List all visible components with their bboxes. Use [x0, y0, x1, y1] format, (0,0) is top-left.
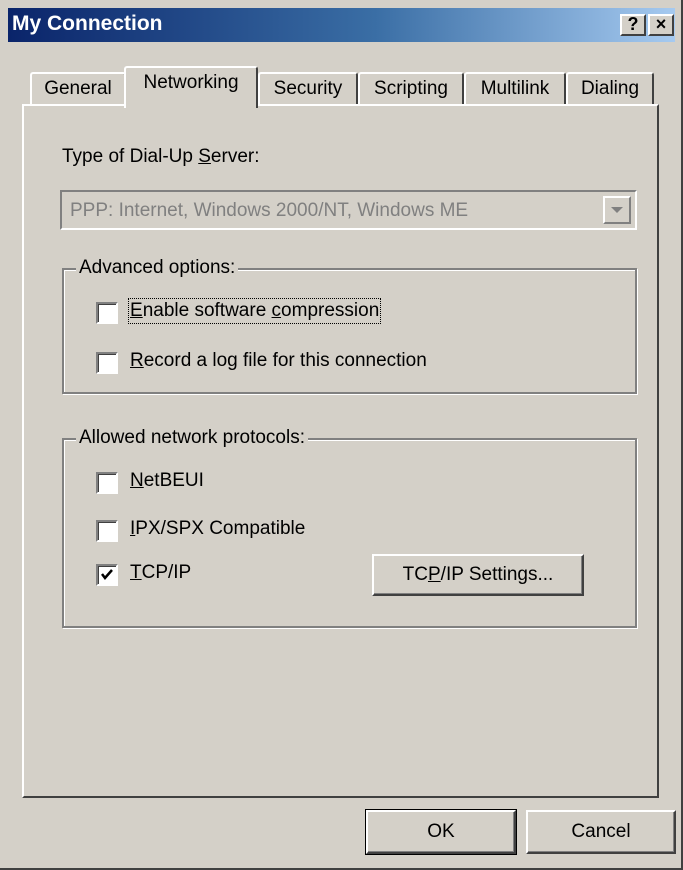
tab-general[interactable]: General: [30, 72, 126, 106]
ipx-checkbox[interactable]: [96, 520, 118, 542]
netbeui-label: NetBEUI: [130, 470, 204, 491]
server-type-label: Type of Dial-Up Server:: [62, 146, 260, 167]
server-type-select[interactable]: PPP: Internet, Windows 2000/NT, Windows …: [60, 190, 637, 230]
title-bar[interactable]: My Connection ? ×: [8, 8, 675, 42]
compression-label: Enable software compression: [127, 298, 382, 324]
tab-dialing[interactable]: Dialing: [566, 72, 654, 106]
tcpip-checkbox[interactable]: [96, 564, 118, 586]
tcpip-settings-button[interactable]: TCP/IP Settings...: [372, 554, 584, 596]
advanced-options-group: Advanced options:: [62, 257, 637, 394]
tcpip-label: TCP/IP: [130, 562, 192, 583]
ok-button[interactable]: OK: [365, 809, 517, 855]
netbeui-checkbox[interactable]: [96, 472, 118, 494]
window-title: My Connection: [12, 12, 163, 35]
checkmark-icon: [101, 569, 113, 580]
close-button[interactable]: ×: [648, 14, 674, 36]
tab-networking[interactable]: Networking: [124, 66, 258, 108]
log-checkbox[interactable]: [96, 352, 118, 374]
server-type-value: PPP: Internet, Windows 2000/NT, Windows …: [70, 200, 469, 221]
ipx-label: IPX/SPX Compatible: [130, 518, 306, 539]
log-label: Record a log file for this connection: [130, 350, 427, 371]
dropdown-button[interactable]: [603, 196, 631, 224]
tab-scripting[interactable]: Scripting: [358, 72, 464, 106]
protocols-title: Allowed network protocols:: [76, 427, 308, 449]
advanced-options-title: Advanced options:: [76, 257, 239, 279]
chevron-down-icon: [611, 207, 623, 213]
tab-multilink[interactable]: Multilink: [464, 72, 566, 106]
cancel-button[interactable]: Cancel: [526, 810, 676, 854]
compression-checkbox[interactable]: [96, 302, 118, 324]
dialog-window: My Connection ? × General Networking Sec…: [0, 0, 683, 870]
tab-security[interactable]: Security: [258, 72, 358, 106]
help-button[interactable]: ?: [620, 14, 646, 36]
